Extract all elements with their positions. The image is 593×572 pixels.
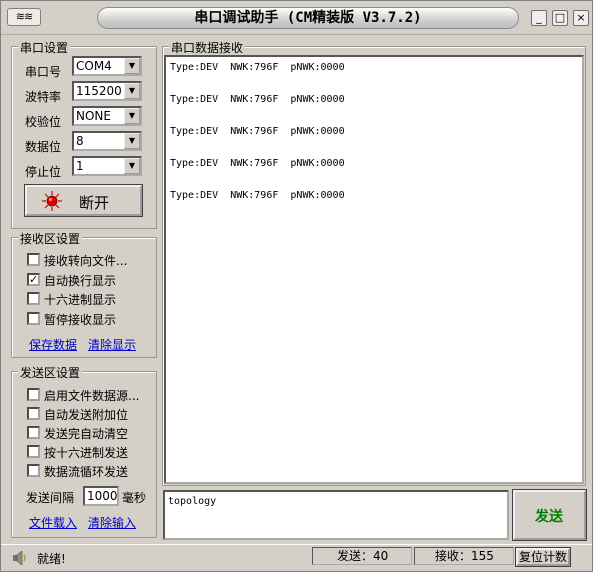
- port-value: COM4: [76, 59, 112, 73]
- auto-clear-checkbox[interactable]: [27, 426, 40, 439]
- interval-input[interactable]: 1000: [83, 486, 119, 506]
- pause-display-checkbox[interactable]: [27, 312, 40, 325]
- file-source-label: 启用文件数据源...: [44, 389, 140, 403]
- stopbits-value: 1: [76, 159, 84, 173]
- hex-send-label: 按十六进制发送: [44, 446, 129, 460]
- receive-line: Type:DEV NWK:796F pNWK:0000: [170, 126, 345, 137]
- receive-line: Type:DEV NWK:796F pNWK:0000: [170, 62, 345, 73]
- append-bits-checkbox[interactable]: [27, 407, 40, 420]
- baud-label: 波特率: [25, 90, 62, 104]
- disconnect-button[interactable]: 断开: [24, 184, 143, 217]
- interval-value: 1000: [87, 489, 118, 503]
- chevron-down-icon[interactable]: ▼: [124, 133, 140, 149]
- receive-line: Type:DEV NWK:796F pNWK:0000: [170, 158, 345, 169]
- port-label: 串口号: [25, 65, 62, 79]
- receive-line: Type:DEV NWK:796F pNWK:0000: [170, 190, 345, 201]
- parity-label: 校验位: [25, 115, 62, 129]
- chevron-down-icon[interactable]: ▼: [124, 158, 140, 174]
- sent-count: 发送：40: [337, 549, 389, 563]
- databits-select[interactable]: 8 ▼: [72, 131, 142, 151]
- send-text: topology: [168, 496, 217, 507]
- parity-value: NONE: [76, 109, 111, 123]
- auto-wrap-label: 自动换行显示: [44, 274, 117, 288]
- maximize-button[interactable]: □: [552, 10, 568, 26]
- window-title: 串口调试助手 (CM精装版 V3.7.2): [97, 7, 519, 29]
- reset-count-button[interactable]: 复位计数: [515, 547, 571, 567]
- chevron-down-icon[interactable]: ▼: [124, 108, 140, 124]
- databits-label: 数据位: [25, 140, 62, 154]
- interval-label: 发送间隔: [26, 491, 75, 505]
- receive-settings-title: 接收区设置: [18, 230, 83, 247]
- send-settings-title: 发送区设置: [18, 364, 83, 381]
- chevron-down-icon[interactable]: ▼: [124, 58, 140, 74]
- save-data-link[interactable]: 保存数据: [29, 336, 77, 353]
- app-window: ≋≋ 串口调试助手 (CM精装版 V3.7.2) _ □ × 串口设置 串口号 …: [0, 0, 593, 572]
- chevron-down-icon[interactable]: ▼: [124, 83, 140, 99]
- status-ready: 就绪!: [37, 552, 66, 566]
- auto-wrap-checkbox[interactable]: ✓: [27, 273, 40, 286]
- received-count: 接收：155: [435, 549, 494, 563]
- minimize-button[interactable]: _: [531, 10, 547, 26]
- clear-display-link[interactable]: 清除显示: [88, 336, 136, 353]
- speaker-icon: [13, 551, 26, 565]
- parity-select[interactable]: NONE ▼: [72, 106, 142, 126]
- receive-line: Type:DEV NWK:796F pNWK:0000: [170, 94, 345, 105]
- redirect-to-file-label: 接收转向文件...: [44, 254, 128, 268]
- status-led-icon: [42, 191, 62, 211]
- status-bar: 就绪! 发送：40 接收：155 复位计数: [1, 544, 592, 571]
- port-settings-title: 串口设置: [18, 39, 71, 56]
- system-menu-icon[interactable]: ≋≋: [7, 8, 41, 26]
- received-counter: 接收：155: [414, 547, 514, 565]
- send-button-label: 发送: [535, 509, 563, 525]
- baud-value: 115200: [76, 84, 122, 98]
- file-source-checkbox[interactable]: [27, 388, 40, 401]
- hex-send-checkbox[interactable]: [27, 445, 40, 458]
- auto-clear-label: 发送完自动清空: [44, 427, 129, 441]
- close-button[interactable]: ×: [573, 10, 589, 26]
- baud-select[interactable]: 115200 ▼: [72, 81, 142, 101]
- stopbits-select[interactable]: 1 ▼: [72, 156, 142, 176]
- load-file-link[interactable]: 文件载入: [29, 514, 77, 531]
- append-bits-label: 自动发送附加位: [44, 408, 129, 422]
- clear-input-link[interactable]: 清除输入: [88, 514, 136, 531]
- title-bar: ≋≋ 串口调试助手 (CM精装版 V3.7.2) _ □ ×: [1, 1, 592, 35]
- databits-value: 8: [76, 134, 84, 148]
- receive-area-title: 串口数据接收: [169, 39, 246, 56]
- pause-display-label: 暂停接收显示: [44, 313, 117, 327]
- port-select[interactable]: COM4 ▼: [72, 56, 142, 76]
- disconnect-label: 断开: [79, 194, 110, 212]
- hex-display-checkbox[interactable]: [27, 292, 40, 305]
- stopbits-label: 停止位: [25, 165, 62, 179]
- send-textarea[interactable]: topology: [163, 490, 509, 540]
- interval-unit: 毫秒: [122, 491, 147, 505]
- sent-counter: 发送：40: [312, 547, 412, 565]
- loop-send-checkbox[interactable]: [27, 464, 40, 477]
- send-button[interactable]: 发送: [512, 489, 587, 541]
- hex-display-label: 十六进制显示: [44, 293, 117, 307]
- receive-textarea[interactable]: Type:DEV NWK:796F pNWK:0000 Type:DEV NWK…: [164, 55, 584, 484]
- redirect-to-file-checkbox[interactable]: [27, 253, 40, 266]
- loop-send-label: 数据流循环发送: [44, 465, 129, 479]
